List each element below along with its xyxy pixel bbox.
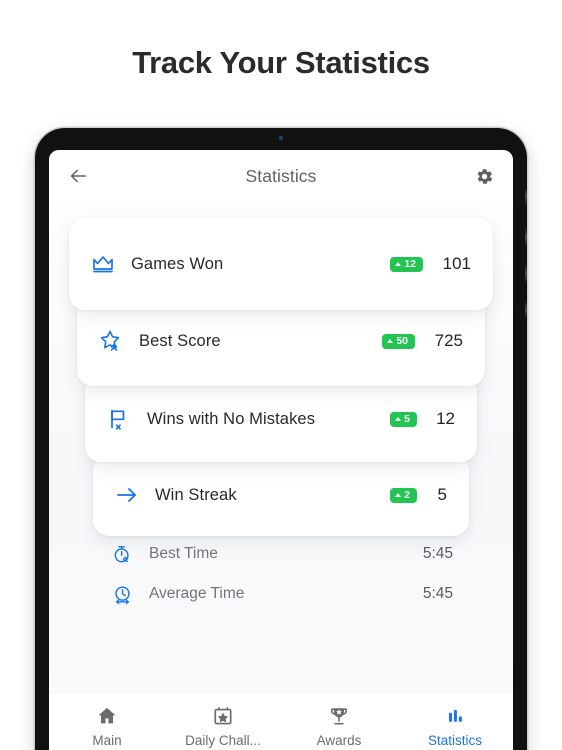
- stat-delta-value: 5: [404, 412, 410, 425]
- app-bar-title: Statistics: [245, 165, 317, 186]
- bottom-navigation-bar: Main Daily Chall... Awards Statistics: [49, 694, 513, 750]
- nav-item-daily-challenge[interactable]: Daily Chall...: [165, 704, 281, 748]
- nav-item-statistics[interactable]: Statistics: [397, 704, 513, 748]
- triangle-up-icon: [395, 492, 402, 497]
- front-camera-icon: [279, 136, 283, 140]
- stat-label: Games Won: [131, 254, 224, 273]
- nav-item-main[interactable]: Main: [49, 704, 165, 748]
- triangle-up-icon: [395, 261, 402, 266]
- device-screen: Statistics Games Won 12 101 Best Score 5…: [49, 150, 513, 750]
- time-row-average-time: Average Time 5:45: [109, 574, 453, 614]
- page-title: Track Your Statistics: [132, 45, 430, 80]
- bar-chart-icon: [444, 704, 466, 728]
- flag-x-icon: [107, 407, 131, 431]
- stat-card-games-won[interactable]: Games Won 12 101: [69, 218, 493, 310]
- stat-delta-badge: 5: [390, 411, 417, 427]
- home-icon: [96, 704, 118, 728]
- tablet-device-frame: Statistics Games Won 12 101 Best Score 5…: [35, 128, 527, 750]
- time-stats-list: Best Time 5:45 Average Time 5:45: [49, 534, 513, 614]
- nav-item-awards[interactable]: Awards: [281, 704, 397, 748]
- time-value: 5:45: [422, 585, 453, 602]
- stat-card-stack: Games Won 12 101 Best Score 50 725 Wins …: [49, 218, 513, 536]
- star-up-icon: [99, 329, 123, 353]
- stat-card-wins-no-mistakes[interactable]: Wins with No Mistakes 5 12: [85, 376, 477, 462]
- triangle-up-icon: [395, 416, 402, 421]
- arrow-left-icon: [70, 169, 87, 183]
- stat-delta-badge: 2: [390, 487, 417, 503]
- time-label: Best Time: [149, 545, 218, 562]
- device-side-button[interactable]: [525, 188, 527, 318]
- nav-label: Daily Chall...: [185, 733, 261, 748]
- calendar-star-icon: [212, 704, 234, 728]
- stat-value: 101: [442, 254, 471, 273]
- stat-value: 12: [436, 409, 455, 428]
- stat-delta-value: 12: [404, 257, 416, 270]
- stat-card-win-streak[interactable]: Win Streak 2 5: [93, 454, 469, 536]
- stat-value: 725: [434, 331, 463, 350]
- triangle-up-icon: [387, 338, 394, 343]
- time-label: Average Time: [149, 585, 245, 602]
- stopwatch-icon: [109, 544, 135, 565]
- stat-label: Best Score: [139, 331, 221, 350]
- crown-icon: [91, 252, 115, 276]
- stat-label: Wins with No Mistakes: [147, 409, 316, 428]
- nav-label: Statistics: [427, 733, 482, 748]
- stat-delta-badge: 50: [382, 333, 415, 349]
- app-bar: Statistics: [49, 150, 513, 202]
- nav-label: Main: [92, 733, 122, 748]
- page-root: Track Your Statistics Statistics Games W…: [0, 0, 562, 750]
- stat-delta-value: 50: [396, 334, 408, 347]
- stat-delta-badge: 12: [390, 256, 423, 272]
- gear-icon: [477, 168, 492, 184]
- stat-delta-value: 2: [404, 488, 410, 501]
- statistics-content: Games Won 12 101 Best Score 50 725 Wins …: [49, 202, 513, 750]
- stat-label: Win Streak: [155, 485, 237, 504]
- arrow-right-icon: [115, 483, 139, 507]
- clock-avg-icon: [109, 584, 135, 605]
- time-value: 5:45: [422, 545, 453, 562]
- back-button[interactable]: [65, 163, 91, 189]
- nav-label: Awards: [316, 733, 362, 748]
- settings-button[interactable]: [471, 163, 497, 189]
- stat-value: 5: [437, 485, 447, 504]
- trophy-icon: [328, 704, 350, 728]
- time-row-best-time: Best Time 5:45: [109, 534, 453, 574]
